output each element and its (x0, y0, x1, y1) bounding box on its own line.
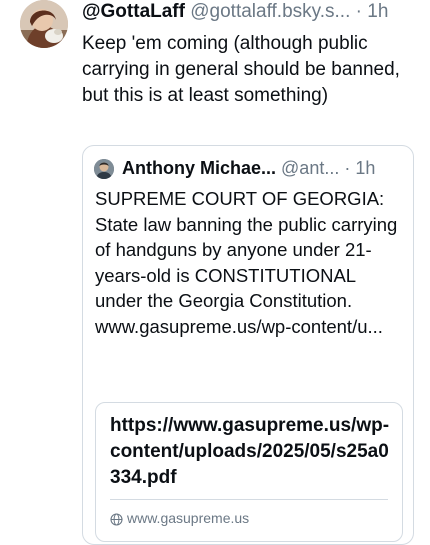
author-handle[interactable]: @gottalaff.bsky.s... (190, 1, 350, 22)
post: @GottaLaff @gottalaff.bsky.s... · 1h Kee… (0, 0, 430, 545)
link-preview-domain: www.gasupreme.us (127, 510, 250, 526)
header-separator: · (355, 1, 362, 22)
post-timestamp[interactable]: 1h (367, 1, 388, 22)
post-header: @GottaLaff @gottalaff.bsky.s... · 1h (82, 0, 422, 26)
quoted-header-separator: · (344, 158, 351, 178)
link-preview-domain-row: www.gasupreme.us (110, 509, 249, 527)
quoted-post-timestamp[interactable]: 1h (355, 158, 375, 178)
author-avatar[interactable] (20, 0, 68, 48)
quoted-post-header: Anthony Michae... @ant... · 1h (122, 156, 407, 180)
quoted-author-display-name[interactable]: Anthony Michae... (122, 158, 276, 178)
post-text: Keep 'em coming (although public carryin… (82, 33, 400, 106)
link-preview-card[interactable]: https://www.gasupreme.us/wp-content/uplo… (95, 402, 403, 542)
globe-icon (110, 512, 123, 526)
link-preview-title[interactable]: https://www.gasupreme.us/wp-content/uplo… (110, 413, 395, 491)
quoted-author-handle[interactable]: @ant... (281, 158, 339, 178)
quoted-post-text: SUPREME COURT OF GEORGIA: State law bann… (95, 188, 398, 337)
author-display-name[interactable]: @GottaLaff (82, 1, 185, 22)
link-preview-divider (110, 499, 388, 500)
quoted-author-avatar[interactable] (94, 159, 114, 179)
quoted-post-card[interactable]: Anthony Michae... @ant... · 1h SUPREME C… (82, 145, 414, 545)
